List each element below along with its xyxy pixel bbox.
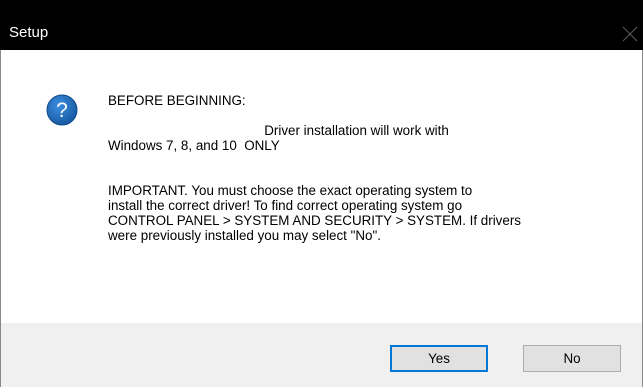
message-line: Windows 7, 8, and 10 ONLY [108,138,280,153]
message-line: BEFORE BEGINNING: [108,93,246,108]
setup-dialog: Setup ? BEFORE BEGINNING: Driver install… [0,0,643,387]
message-line [108,153,608,168]
window-title: Setup [9,24,49,41]
message-line: Driver installation will work with [108,123,449,138]
question-icon: ? [46,94,78,126]
yes-button[interactable]: Yes [390,345,488,372]
close-icon [622,26,638,42]
message-line: were previously installed you may select… [108,228,381,243]
button-bar: Yes No [1,323,642,387]
no-button[interactable]: No [523,345,621,372]
message-line [108,108,608,123]
title-bar[interactable]: Setup [0,0,643,50]
dialog-message: BEFORE BEGINNING: Driver installation wi… [108,93,608,243]
message-line: IMPORTANT. You must choose the exact ope… [108,183,473,198]
close-button[interactable] [619,0,643,50]
message-line: install the correct driver! To find corr… [108,198,463,213]
svg-text:?: ? [56,99,68,122]
message-line [108,168,608,183]
message-area: ? BEFORE BEGINNING: Driver installation … [1,50,642,323]
message-line: CONTROL PANEL > SYSTEM AND SECURITY > SY… [108,213,521,228]
